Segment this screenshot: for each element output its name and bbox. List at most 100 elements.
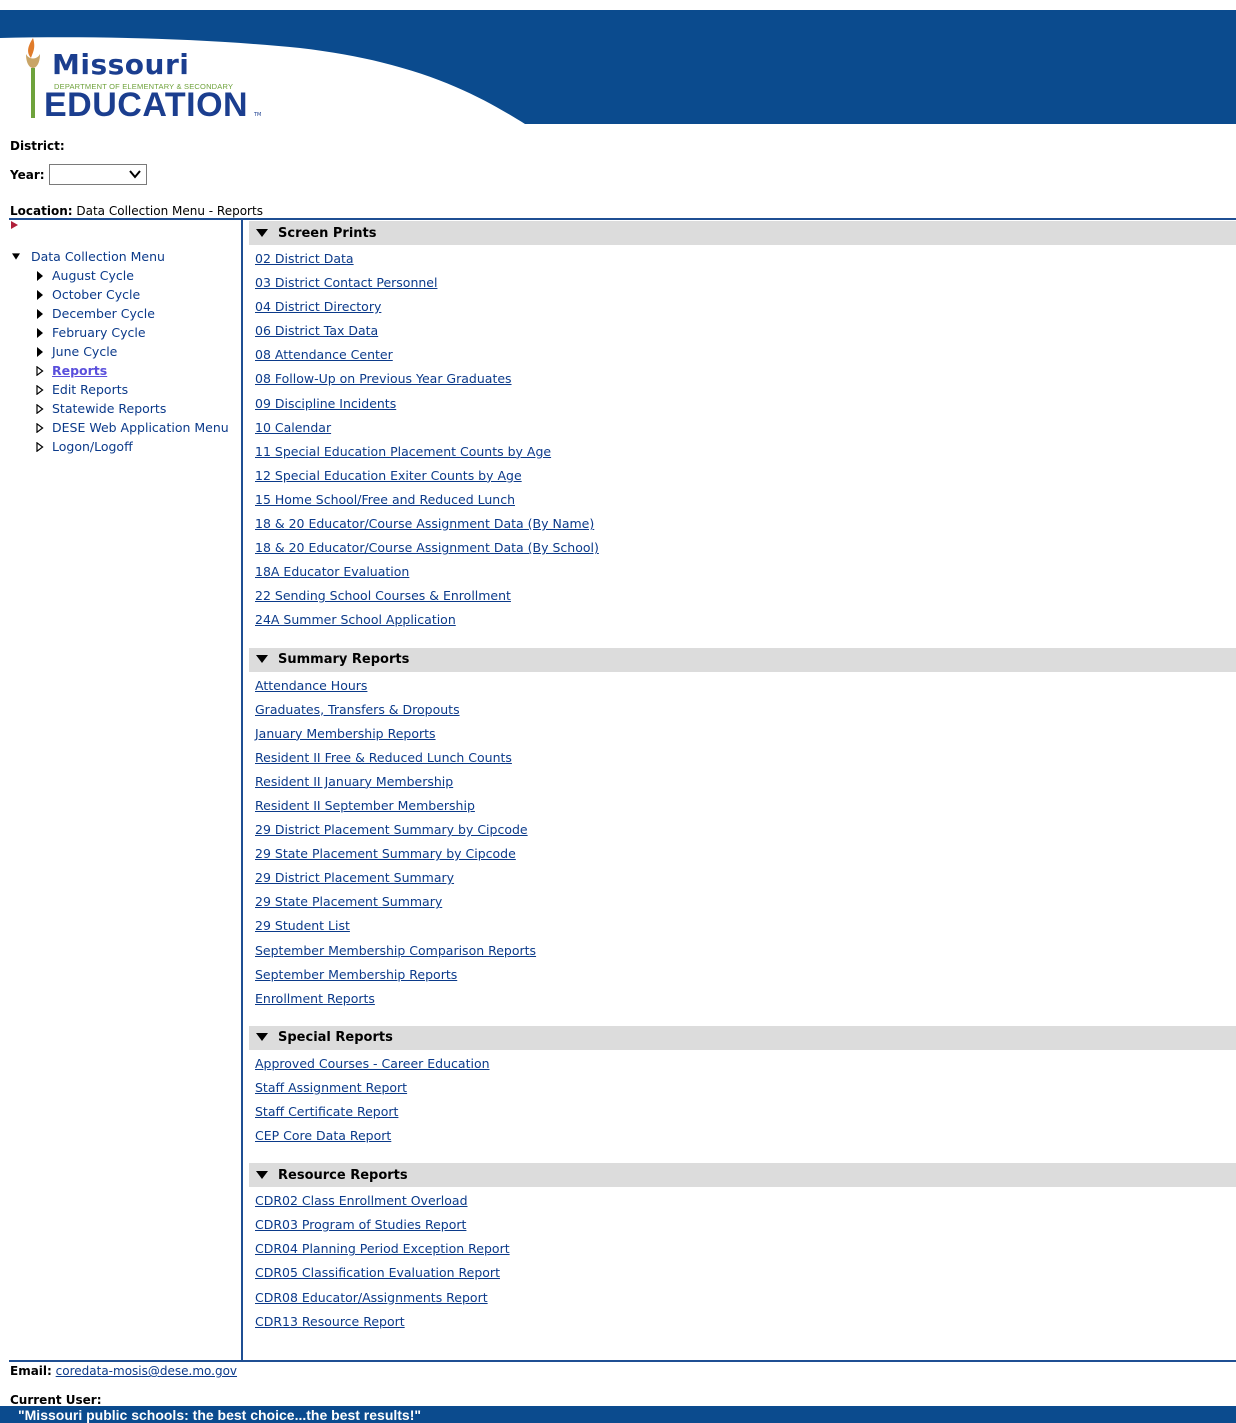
year-row: Year: [10, 164, 147, 185]
report-link[interactable]: Approved Courses - Career Education [255, 1052, 1236, 1076]
report-link[interactable]: CDR02 Class Enrollment Overload [255, 1189, 1236, 1213]
sidebar-item-label: Edit Reports [52, 382, 129, 397]
report-link[interactable]: Resident II September Membership [255, 794, 1236, 818]
report-link[interactable]: 10 Calendar [255, 416, 1236, 440]
section-header[interactable]: Special Reports [249, 1025, 1236, 1050]
section-header[interactable]: Resource Reports [249, 1163, 1236, 1188]
logo-missouri-text: Missouri [52, 48, 190, 81]
sidebar-item-label: Statewide Reports [52, 401, 167, 416]
report-link[interactable]: CDR03 Program of Studies Report [255, 1213, 1236, 1237]
report-link[interactable]: Enrollment Reports [255, 987, 1236, 1011]
report-link[interactable]: CDR05 Classification Evaluation Report [255, 1261, 1236, 1285]
sidebar-item-label: February Cycle [52, 325, 146, 340]
report-link[interactable]: 24A Summer School Application [255, 608, 1236, 632]
sidebar-root-item[interactable]: Data Collection Menu [12, 247, 229, 266]
report-link[interactable]: Resident II January Membership [255, 770, 1236, 794]
report-link[interactable]: 12 Special Education Exiter Counts by Ag… [255, 464, 1236, 488]
sidebar-item-label: Logon/Logoff [52, 439, 133, 454]
report-link[interactable]: 18A Educator Evaluation [255, 560, 1236, 584]
current-pointer-icon [11, 221, 18, 229]
section-title: Special Reports [278, 1030, 393, 1046]
email-row: Email: coredata-mosis@dese.mo.gov [10, 1364, 237, 1378]
report-link[interactable]: CDR13 Resource Report [255, 1310, 1236, 1334]
report-link[interactable]: Staff Certificate Report [255, 1100, 1236, 1124]
section-title: Screen Prints [278, 225, 377, 241]
report-link[interactable]: Resident II Free & Reduced Lunch Counts [255, 746, 1236, 770]
tagline-text: "Missouri public schools: the best choic… [18, 1407, 422, 1423]
sidebar-item-edit-reports[interactable]: Edit Reports [12, 380, 229, 399]
sidebar-item-label: Reports [52, 363, 108, 378]
sidebar-item-label: August Cycle [52, 268, 134, 283]
report-link[interactable]: January Membership Reports [255, 722, 1236, 746]
email-link[interactable]: coredata-mosis@dese.mo.gov [56, 1364, 237, 1378]
dese-logo[interactable]: Missouri DEPARTMENT OF ELEMENTARY & SECO… [22, 30, 282, 124]
report-link[interactable]: Graduates, Transfers & Dropouts [255, 698, 1236, 722]
report-link[interactable]: Attendance Hours [255, 674, 1236, 698]
report-link[interactable]: 15 Home School/Free and Reduced Lunch [255, 488, 1236, 512]
triangle-down-icon [256, 1033, 268, 1042]
sidebar-item-february-cycle[interactable]: February Cycle [12, 323, 229, 342]
triangle-right-outline-icon [36, 365, 44, 376]
report-link[interactable]: 29 District Placement Summary [255, 866, 1236, 890]
report-link[interactable]: 29 District Placement Summary by Cipcode [255, 818, 1236, 842]
report-link[interactable]: 09 Discipline Incidents [255, 392, 1236, 416]
section-summary-reports: Summary Reports Attendance Hours Graduat… [249, 647, 1236, 1011]
sidebar-item-label: October Cycle [52, 287, 141, 302]
triangle-right-icon [37, 270, 43, 281]
sidebar-item-october-cycle[interactable]: October Cycle [12, 285, 229, 304]
divider-top [9, 218, 1236, 220]
report-link[interactable]: 18 & 20 Educator/Course Assignment Data … [255, 536, 1236, 560]
link-list: Approved Courses - Career Education Staf… [249, 1050, 1236, 1148]
report-link[interactable]: 18 & 20 Educator/Course Assignment Data … [255, 512, 1236, 536]
report-link[interactable]: CEP Core Data Report [255, 1124, 1236, 1148]
report-link[interactable]: September Membership Comparison Reports [255, 939, 1236, 963]
report-link[interactable]: 29 State Placement Summary by Cipcode [255, 842, 1236, 866]
sidebar-item-december-cycle[interactable]: December Cycle [12, 304, 229, 323]
triangle-right-icon [37, 289, 43, 300]
report-link[interactable]: 04 District Directory [255, 295, 1236, 319]
section-header[interactable]: Summary Reports [249, 647, 1236, 672]
sidebar-item-dese-web-application-menu[interactable]: DESE Web Application Menu [12, 418, 229, 437]
triangle-right-outline-icon [36, 441, 44, 452]
report-link[interactable]: 06 District Tax Data [255, 319, 1236, 343]
report-link[interactable]: 29 State Placement Summary [255, 890, 1236, 914]
section-special-reports: Special Reports Approved Courses - Caree… [249, 1025, 1236, 1148]
sidebar-item-logon-logoff[interactable]: Logon/Logoff [12, 437, 229, 456]
email-label: Email: [10, 1364, 52, 1378]
report-link[interactable]: 29 Student List [255, 914, 1236, 938]
triangle-down-icon [12, 253, 20, 260]
report-link[interactable]: 02 District Data [255, 247, 1236, 271]
sidebar-item-statewide-reports[interactable]: Statewide Reports [12, 399, 229, 418]
district-label: District: [10, 139, 65, 153]
triangle-right-icon [37, 327, 43, 338]
triangle-down-icon [256, 228, 268, 237]
main-content: Screen Prints 02 District Data 03 Distri… [249, 221, 1236, 1334]
triangle-right-outline-icon [36, 422, 44, 433]
section-header[interactable]: Screen Prints [249, 221, 1236, 245]
triangle-down-icon [256, 1170, 268, 1179]
report-link[interactable]: Staff Assignment Report [255, 1076, 1236, 1100]
torch-icon [26, 38, 40, 118]
location-path: Data Collection Menu - Reports [76, 204, 263, 218]
divider-vertical [241, 219, 243, 1361]
year-select[interactable] [48, 164, 147, 185]
report-link[interactable]: 08 Follow-Up on Previous Year Graduates [255, 367, 1236, 391]
sidebar-item-august-cycle[interactable]: August Cycle [12, 266, 229, 285]
report-link[interactable]: 22 Sending School Courses & Enrollment [255, 584, 1236, 608]
current-user-label: Current User: [10, 1393, 102, 1407]
link-list: 02 District Data 03 District Contact Per… [249, 245, 1236, 633]
report-link[interactable]: 08 Attendance Center [255, 343, 1236, 367]
year-label: Year: [10, 167, 45, 182]
report-link[interactable]: CDR08 Educator/Assignments Report [255, 1286, 1236, 1310]
page-header: Missouri DEPARTMENT OF ELEMENTARY & SECO… [0, 0, 1236, 124]
section-title: Summary Reports [278, 652, 410, 667]
sidebar-item-june-cycle[interactable]: June Cycle [12, 342, 229, 361]
sidebar-item-reports[interactable]: Reports [12, 361, 229, 380]
report-link[interactable]: September Membership Reports [255, 963, 1236, 987]
report-link[interactable]: 11 Special Education Placement Counts by… [255, 440, 1236, 464]
logo-education-text: EDUCATION [44, 86, 249, 124]
report-link[interactable]: CDR04 Planning Period Exception Report [255, 1237, 1236, 1261]
divider-bottom [9, 1360, 1236, 1362]
report-link[interactable]: 03 District Contact Personnel [255, 271, 1236, 295]
